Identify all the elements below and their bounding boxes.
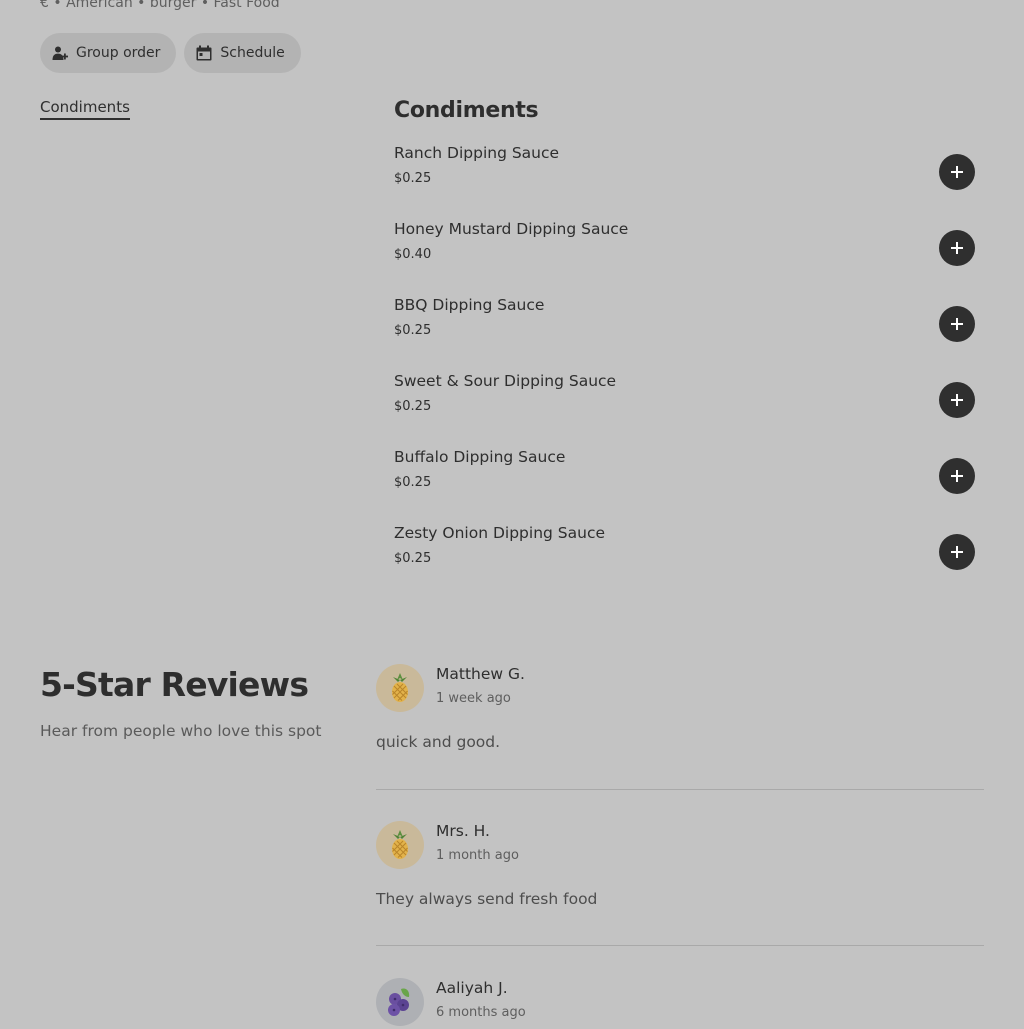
- divider: [376, 789, 984, 790]
- calendar-icon: [196, 45, 212, 61]
- pineapple-icon: [392, 830, 408, 859]
- menu-item[interactable]: BBQ Dipping Sauce $0.25: [394, 294, 984, 370]
- plus-icon: [951, 470, 963, 482]
- pineapple-icon: [392, 673, 408, 702]
- plus-icon: [951, 546, 963, 558]
- reviews-subtitle: Hear from people who love this spot: [40, 722, 322, 740]
- schedule-button[interactable]: Schedule: [184, 33, 301, 73]
- menu-item-name: Sweet & Sour Dipping Sauce: [394, 372, 617, 390]
- review-date: 1 week ago: [436, 691, 511, 706]
- avatar: [376, 978, 424, 1026]
- blueberry-icon: [388, 988, 410, 1016]
- menu-item-name: Buffalo Dipping Sauce: [394, 448, 566, 466]
- divider: [376, 945, 984, 946]
- menu-items: Ranch Dipping Sauce $0.25 Honey Mustard …: [394, 142, 984, 598]
- add-to-cart-button[interactable]: [939, 534, 975, 570]
- review-text: They always send fresh food: [376, 890, 598, 908]
- store-actions: Group order Schedule: [40, 33, 301, 73]
- menu-item-price: $0.40: [394, 247, 432, 262]
- menu-item-price: $0.25: [394, 171, 432, 186]
- add-to-cart-button[interactable]: [939, 230, 975, 266]
- avatar: [376, 664, 424, 712]
- add-to-cart-button[interactable]: [939, 154, 975, 190]
- schedule-label: Schedule: [220, 45, 285, 61]
- menu-item-name: Honey Mustard Dipping Sauce: [394, 220, 629, 238]
- review-date: 6 months ago: [436, 1005, 526, 1020]
- group-order-button[interactable]: Group order: [40, 33, 177, 73]
- review-date: 1 month ago: [436, 848, 519, 863]
- reviewer-name: Matthew G.: [436, 665, 525, 683]
- menu-item-price: $0.25: [394, 551, 432, 566]
- menu-item-price: $0.25: [394, 475, 432, 490]
- section-title: Condiments: [394, 98, 539, 123]
- category-nav: Condiments: [40, 97, 130, 120]
- reviewer-name: Aaliyah J.: [436, 979, 508, 997]
- menu-item-name: BBQ Dipping Sauce: [394, 296, 545, 314]
- add-to-cart-button[interactable]: [939, 306, 975, 342]
- menu-item-name: Zesty Onion Dipping Sauce: [394, 524, 606, 542]
- group-order-label: Group order: [76, 45, 161, 61]
- menu-item-name: Ranch Dipping Sauce: [394, 144, 560, 162]
- add-to-cart-button[interactable]: [939, 382, 975, 418]
- menu-item[interactable]: Ranch Dipping Sauce $0.25: [394, 142, 984, 218]
- menu-item[interactable]: Honey Mustard Dipping Sauce $0.40: [394, 218, 984, 294]
- reviewer-name: Mrs. H.: [436, 822, 490, 840]
- menu-item[interactable]: Buffalo Dipping Sauce $0.25: [394, 446, 984, 522]
- plus-icon: [951, 166, 963, 178]
- menu-item[interactable]: Zesty Onion Dipping Sauce $0.25: [394, 522, 984, 598]
- plus-icon: [951, 394, 963, 406]
- add-to-cart-button[interactable]: [939, 458, 975, 494]
- review-text: quick and good.: [376, 733, 501, 751]
- menu-item-price: $0.25: [394, 399, 432, 414]
- plus-icon: [951, 318, 963, 330]
- menu-item[interactable]: Sweet & Sour Dipping Sauce $0.25: [394, 370, 984, 446]
- avatar: [376, 821, 424, 869]
- plus-icon: [951, 242, 963, 254]
- menu-item-price: $0.25: [394, 323, 432, 338]
- category-nav-condiments[interactable]: Condiments: [40, 98, 130, 120]
- reviews-title: 5-Star Reviews: [40, 665, 309, 704]
- store-meta: € • American • burger • Fast Food: [40, 0, 280, 11]
- add-person-icon: [52, 45, 68, 61]
